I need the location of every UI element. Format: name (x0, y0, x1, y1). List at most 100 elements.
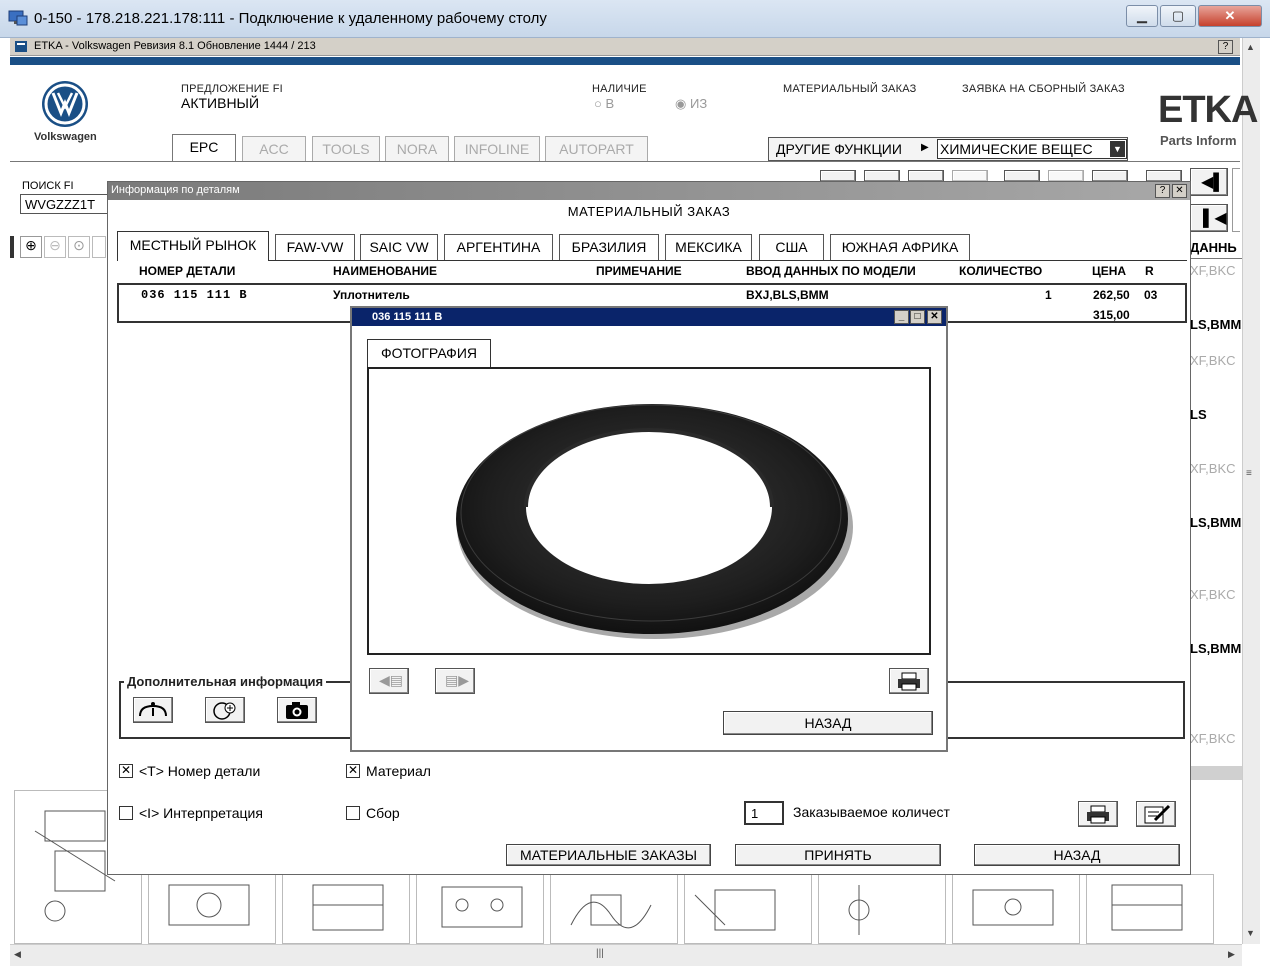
thumbnail[interactable] (684, 874, 812, 944)
cell-name: Уплотнитель (333, 288, 410, 302)
photo-prev-button[interactable]: ◀▤ (369, 668, 409, 694)
dialog-title-bar: Информация по деталям ? ✕ (108, 182, 1190, 200)
back-button[interactable]: НАЗАД (974, 844, 1180, 866)
add-part-button[interactable] (205, 697, 245, 723)
chk-assembly-label: Сбор (366, 805, 400, 821)
right-strip-row: XF,BKC (1190, 587, 1236, 602)
nav-first-icon[interactable]: ◀▌ (1190, 168, 1228, 196)
thumbnail[interactable] (1086, 874, 1214, 944)
maximize-button[interactable]: ▢ (1160, 5, 1196, 27)
tab-mexico[interactable]: МЕКСИКА (665, 234, 752, 260)
rdp-title: 0-150 - 178.218.221.178:111 - Подключени… (34, 10, 547, 27)
tab-autopart[interactable]: AUTOPART (545, 136, 648, 162)
tab-divider (10, 161, 1240, 162)
edit-note-icon (1144, 804, 1171, 824)
minimize-button[interactable]: ▁ (1126, 5, 1158, 27)
zoom-in-icon[interactable]: ⊕ (20, 236, 42, 258)
photo-back-button[interactable]: НАЗАД (723, 711, 933, 735)
tab-saic-vw[interactable]: SAIC VW (360, 234, 438, 260)
chk-material-label: Материал (366, 763, 431, 779)
tab-local-market[interactable]: МЕСТНЫЙ РЫНОК (117, 231, 269, 261)
brand-label: Volkswagen (34, 131, 97, 143)
photo-maximize-button[interactable]: □ (910, 310, 925, 324)
chk-interp[interactable] (119, 806, 133, 820)
right-strip-row: XF,BKC (1190, 263, 1236, 278)
search-input[interactable]: WVGZZZ1T (20, 194, 108, 214)
thumbnail[interactable] (952, 874, 1080, 944)
tab-baseline (117, 260, 1187, 261)
chk-assembly[interactable] (346, 806, 360, 820)
thumbnail[interactable] (148, 874, 276, 944)
photo-frame (367, 367, 931, 655)
zoom-out-icon[interactable]: ⊖ (44, 236, 66, 258)
right-strip-row: LS,BMM (1190, 515, 1242, 530)
vertical-scrollbar[interactable]: ▲ ≡ ▼ (1242, 38, 1260, 944)
dialog-help-button[interactable]: ? (1155, 184, 1170, 198)
tab-usa[interactable]: США (759, 234, 824, 260)
offer-label: ПРЕДЛОЖЕНИЕ FI (181, 83, 283, 95)
rdp-title-bar: 0-150 - 178.218.221.178:111 - Подключени… (0, 0, 1270, 38)
photo-next-button[interactable]: ▤▶ (435, 668, 475, 694)
accept-button[interactable]: ПРИНЯТЬ (735, 844, 941, 866)
photo-button[interactable] (277, 697, 317, 723)
scroll-grip-h-icon[interactable]: ||| (596, 948, 604, 959)
photo-print-button[interactable] (889, 668, 929, 694)
etka-app-icon (15, 41, 27, 52)
chemicals-select[interactable]: ХИМИЧЕСКИЕ ВЕЩЕС ▼ (937, 139, 1127, 159)
tab-faw-vw[interactable]: FAW-VW (275, 234, 355, 260)
scroll-right-icon[interactable]: ▶ (1228, 949, 1235, 960)
etka-logo-sub: Parts Inform (1160, 133, 1237, 148)
thumbnail[interactable] (818, 874, 946, 944)
scroll-grip-icon[interactable]: ≡ (1246, 468, 1252, 479)
photo-minimize-button[interactable]: _ (894, 310, 909, 324)
right-strip-row: LS,BMM (1190, 317, 1242, 332)
zoom-extra-icon[interactable] (92, 236, 106, 258)
tab-south-africa[interactable]: ЮЖНАЯ АФРИКА (830, 234, 970, 260)
other-functions-label[interactable]: ДРУГИЕ ФУНКЦИИ (776, 141, 902, 157)
chk-part-no[interactable]: ✕ (119, 764, 133, 778)
tab-nora[interactable]: NORA (385, 136, 449, 162)
tab-argentina[interactable]: АРГЕНТИНА (444, 234, 553, 260)
col-note: ПРИМЕЧАНИЕ (596, 264, 682, 278)
scroll-left-icon[interactable]: ◀ (14, 949, 21, 960)
offer-value: АКТИВНЫЙ (181, 95, 260, 111)
nav-prev-icon[interactable]: ▌◀ (1190, 204, 1228, 232)
extra-info-label: Дополнительная информация (124, 674, 327, 689)
dialog-close-button[interactable]: ✕ (1172, 184, 1187, 198)
tab-tools[interactable]: TOOLS (312, 136, 380, 162)
col-model: ВВОД ДАННЫХ ПО МОДЕЛИ (746, 264, 916, 278)
tab-infoline[interactable]: INFOLINE (454, 136, 540, 162)
material-orders-button[interactable]: МАТЕРИАЛЬНЫЕ ЗАКАЗЫ (506, 844, 711, 866)
edit-button[interactable] (1136, 801, 1176, 827)
zoom-fit-icon[interactable]: ⊙ (68, 236, 90, 258)
close-button[interactable]: ✕ (1198, 5, 1262, 27)
engine-info-button[interactable] (133, 697, 173, 723)
horizontal-scrollbar[interactable]: ◀ ||| ▶ (10, 944, 1242, 966)
help-button[interactable]: ? (1218, 40, 1233, 54)
thumbnail[interactable] (416, 874, 544, 944)
right-strip-row: LS,BMM (1190, 641, 1242, 656)
chk-material[interactable]: ✕ (346, 764, 360, 778)
radio-b[interactable]: ○ В (594, 96, 614, 111)
scroll-down-icon[interactable]: ▼ (1246, 928, 1255, 938)
photo-close-button[interactable]: ✕ (927, 310, 942, 324)
tab-brazil[interactable]: БРАЗИЛИЯ (559, 234, 659, 260)
scroll-up-icon[interactable]: ▲ (1246, 42, 1255, 52)
thumbnail[interactable] (550, 874, 678, 944)
tab-epc[interactable]: EPC (172, 134, 236, 162)
material-order-link[interactable]: МАТЕРИАЛЬНЫЙ ЗАКАЗ (783, 83, 916, 95)
right-strip-header: ДАННЬ (1190, 240, 1237, 255)
nav-clip (1232, 168, 1240, 232)
tab-photo[interactable]: ФОТОГРАФИЯ (367, 339, 491, 367)
tab-acc[interactable]: ACC (242, 136, 306, 162)
assembly-order-link[interactable]: ЗАЯВКА НА СБОРНЫЙ ЗАКАЗ (962, 83, 1125, 95)
print-button[interactable] (1078, 801, 1118, 827)
radio-iz[interactable]: ◉ ИЗ (675, 96, 707, 112)
thumbnail[interactable] (282, 874, 410, 944)
order-qty-input[interactable]: 1 (744, 801, 784, 825)
etka-title: ETKA - Volkswagen Ревизия 8.1 Обновление… (34, 40, 316, 52)
remote-desktop-icon (8, 10, 28, 26)
printer-icon (1087, 805, 1109, 824)
chevron-down-icon[interactable]: ▼ (1110, 141, 1125, 157)
dialog-title: Информация по деталям (111, 184, 240, 196)
